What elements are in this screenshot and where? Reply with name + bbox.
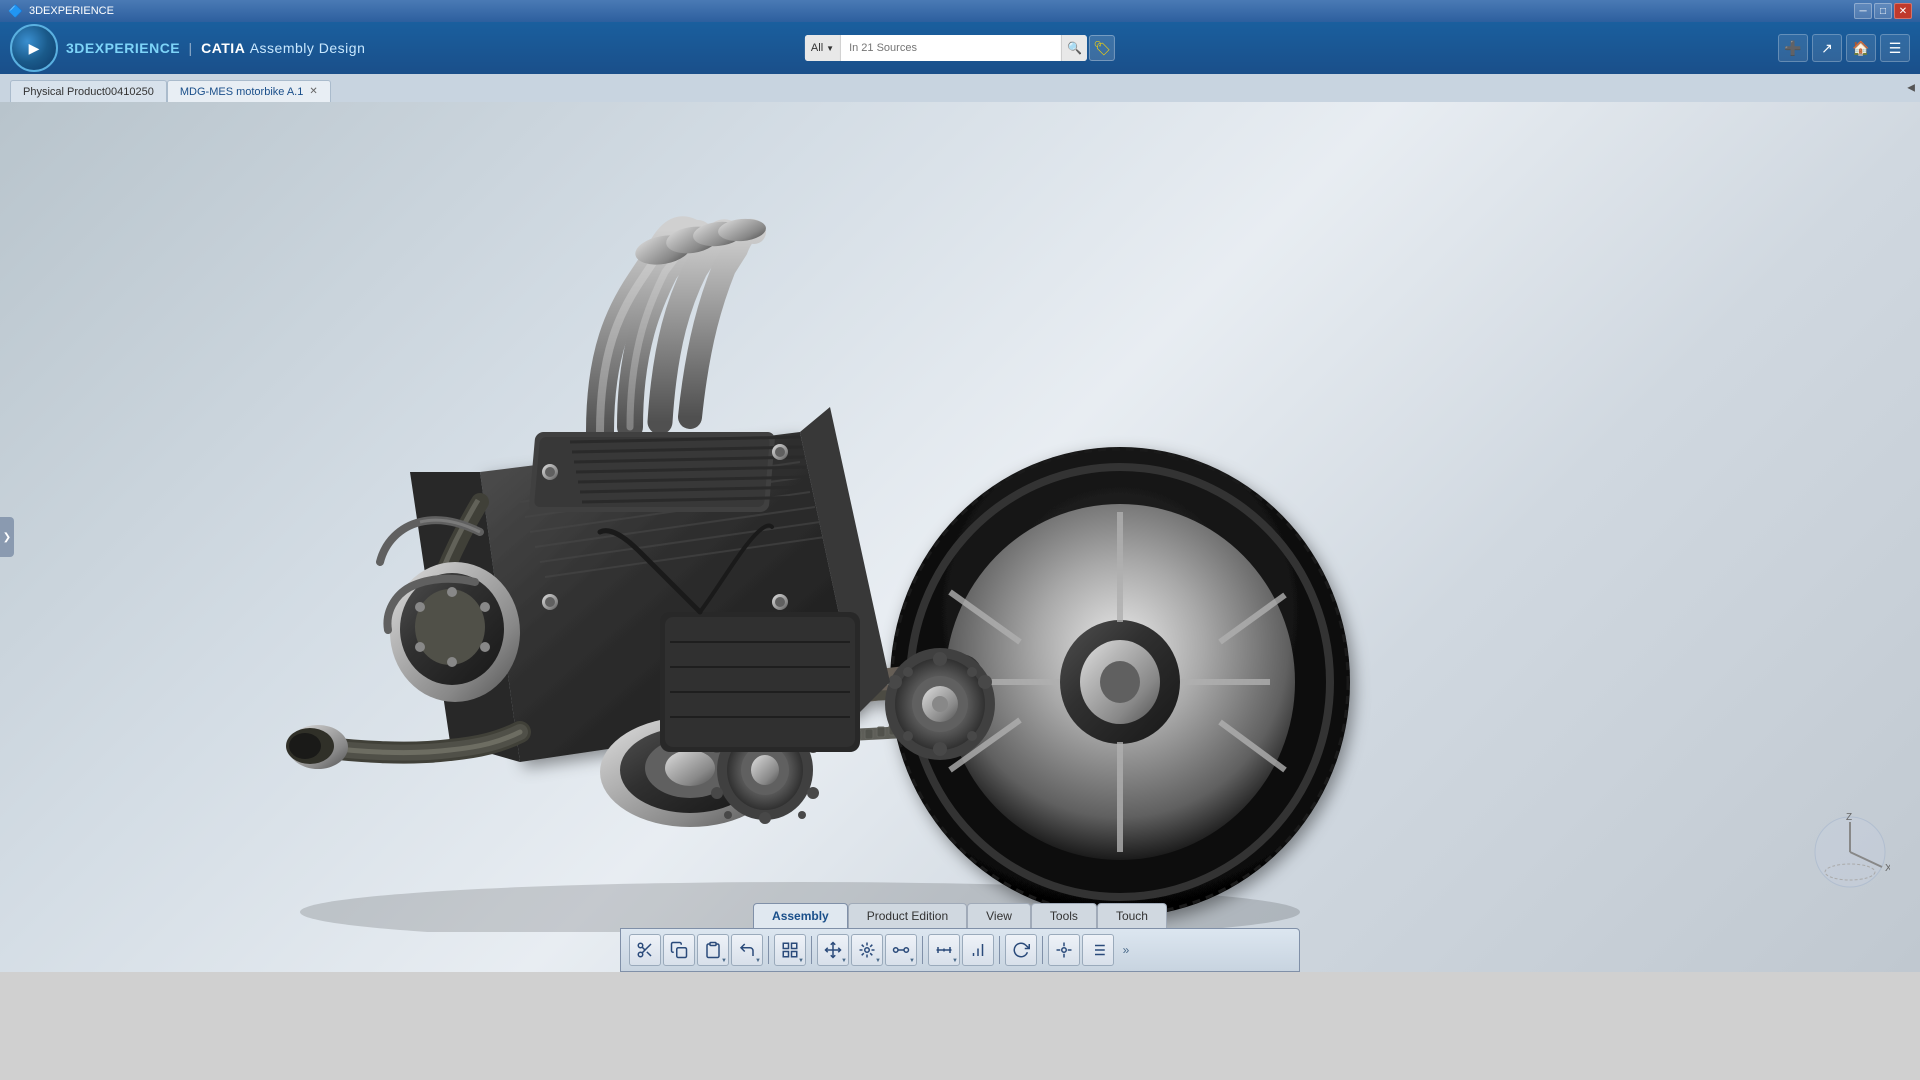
model-svg <box>100 152 1400 932</box>
module-label: Assembly Design <box>250 40 366 56</box>
catia-label: CATIA <box>201 40 245 56</box>
header: 3DEXPERIENCE | CATIA Assembly Design All… <box>0 22 1920 74</box>
app-title: 3DEXPERIENCE | CATIA Assembly Design <box>66 40 365 56</box>
left-panel-toggle[interactable]: ❯ <box>0 517 14 557</box>
tab-touch[interactable]: Touch <box>1097 903 1167 928</box>
tab-close-icon[interactable]: ✕ <box>309 86 317 97</box>
separator-3 <box>922 936 923 964</box>
explode-button[interactable] <box>1048 934 1080 966</box>
close-button[interactable]: ✕ <box>1894 3 1912 19</box>
brand-name: 3DEXPERIENCE <box>66 40 180 56</box>
header-actions: ➕ ↗ 🏠 ☰ <box>1778 34 1910 62</box>
compass-button[interactable] <box>10 24 58 72</box>
app-icon: 🔷 <box>8 4 23 18</box>
filter-arrow-icon: ▼ <box>826 44 834 53</box>
restore-button[interactable]: □ <box>1874 3 1892 19</box>
move-button[interactable] <box>817 934 849 966</box>
toolbar-buttons: » <box>620 928 1300 972</box>
search-button[interactable]: 🔍 <box>1061 35 1087 61</box>
settings-button[interactable]: ☰ <box>1880 34 1910 62</box>
bottom-toolbar: Assembly Product Edition View Tools Touc… <box>0 887 1920 972</box>
separator-5 <box>1042 936 1043 964</box>
separator-1 <box>768 936 769 964</box>
connections-button[interactable] <box>885 934 917 966</box>
search-input[interactable] <box>841 35 1061 61</box>
axis-indicator: X Z <box>1810 812 1890 892</box>
separator-4 <box>999 936 1000 964</box>
toolbar-expand-button[interactable]: » <box>1116 934 1136 966</box>
tab-assembly[interactable]: Assembly <box>753 903 848 928</box>
separator-2 <box>811 936 812 964</box>
snap-button[interactable] <box>774 934 806 966</box>
title-text: 3DEXPERIENCE <box>29 5 114 17</box>
search-filter-dropdown[interactable]: All ▼ <box>805 35 841 61</box>
measure-button[interactable] <box>928 934 960 966</box>
copy-button[interactable] <box>663 934 695 966</box>
update-button[interactable] <box>1005 934 1037 966</box>
bom-button[interactable] <box>1082 934 1114 966</box>
tab-bar: Physical Product00410250 MDG-MES motorbi… <box>0 74 1920 102</box>
title-bar: 🔷 3DEXPERIENCE ─ □ ✕ <box>0 0 1920 22</box>
bookmark-button[interactable]: 🏷 <box>1089 35 1115 61</box>
logo-area: 3DEXPERIENCE | CATIA Assembly Design <box>10 24 365 72</box>
undo-button[interactable] <box>731 934 763 966</box>
tab-product-edition[interactable]: Product Edition <box>848 903 967 928</box>
minimize-button[interactable]: ─ <box>1854 3 1872 19</box>
z-axis-label: Z <box>1846 812 1852 823</box>
constraints-button[interactable] <box>851 934 883 966</box>
titlebar-left: 🔷 3DEXPERIENCE <box>8 4 114 18</box>
add-button[interactable]: ➕ <box>1778 34 1808 62</box>
scissors-button[interactable] <box>629 934 661 966</box>
tab-label: Physical Product00410250 <box>23 86 154 98</box>
tab-view[interactable]: View <box>967 903 1031 928</box>
titlebar-right: ─ □ ✕ <box>1854 3 1912 19</box>
tab-physical-product[interactable]: Physical Product00410250 <box>10 80 167 102</box>
tab-label: MDG-MES motorbike A.1 <box>180 86 303 98</box>
share-button[interactable]: ↗ <box>1812 34 1842 62</box>
home-button[interactable]: 🏠 <box>1846 34 1876 62</box>
x-axis-label: X <box>1885 863 1890 874</box>
search-area: All ▼ 🔍 🏷 <box>805 35 1115 61</box>
toolbar-tabs: Assembly Product Edition View Tools Touc… <box>753 903 1167 928</box>
tab-tools[interactable]: Tools <box>1031 903 1097 928</box>
tab-motorbike[interactable]: MDG-MES motorbike A.1 ✕ <box>167 80 331 102</box>
main-viewport: ❯ <box>0 102 1920 972</box>
paste-button[interactable] <box>697 934 729 966</box>
model-container <box>100 152 1400 932</box>
analysis-button[interactable] <box>962 934 994 966</box>
tab-expand-button[interactable]: ◀ <box>1907 83 1915 94</box>
search-box: All ▼ 🔍 <box>805 35 1087 61</box>
